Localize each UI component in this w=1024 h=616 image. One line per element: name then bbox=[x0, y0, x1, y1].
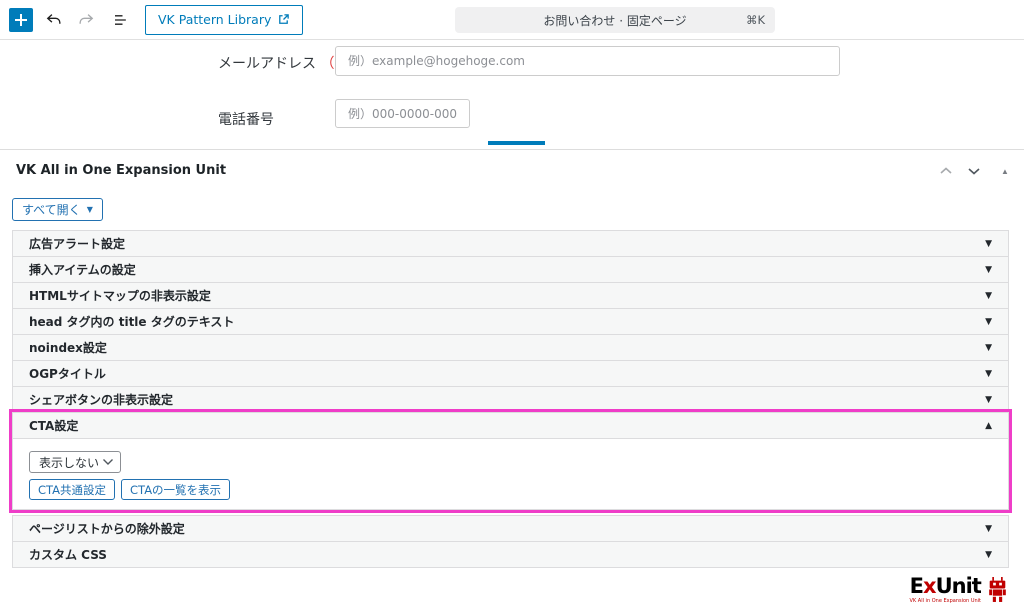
cta-display-select[interactable]: 表示しない bbox=[29, 451, 121, 473]
caret-down-icon: ▼ bbox=[985, 317, 992, 327]
section-label: head タグ内の title タグのテキスト bbox=[29, 313, 234, 330]
logo-tagline: VK All in One Expansion Unit bbox=[909, 598, 981, 604]
block-inserter-button[interactable] bbox=[9, 8, 33, 32]
plus-icon bbox=[14, 13, 28, 27]
section-insert-items[interactable]: 挿入アイテムの設定 ▼ bbox=[12, 256, 1009, 283]
section-html-sitemap[interactable]: HTMLサイトマップの非表示設定 ▼ bbox=[12, 282, 1009, 309]
section-ad-alert[interactable]: 広告アラート設定 ▼ bbox=[12, 230, 1009, 257]
redo-button[interactable] bbox=[71, 5, 101, 35]
document-title: お問い合わせ · 固定ページ bbox=[543, 12, 686, 29]
cta-common-settings-button[interactable]: CTA共通設定 bbox=[29, 479, 115, 500]
caret-down-icon: ▼ bbox=[985, 550, 992, 560]
phone-input[interactable] bbox=[335, 99, 470, 128]
block-insertion-indicator bbox=[488, 141, 545, 145]
move-up-button[interactable] bbox=[936, 162, 956, 180]
section-label: シェアボタンの非表示設定 bbox=[29, 391, 173, 408]
caret-down-icon: ▼ bbox=[985, 369, 992, 379]
section-custom-css[interactable]: カスタム CSS ▼ bbox=[12, 541, 1009, 568]
caret-down-icon: ▼ bbox=[985, 524, 992, 534]
section-page-list-exclude[interactable]: ページリストからの除外設定 ▼ bbox=[12, 515, 1009, 542]
external-link-icon bbox=[277, 13, 290, 26]
editor-canvas: メールアドレス （必須） 電話番号 bbox=[0, 40, 1024, 150]
section-label: CTA設定 bbox=[29, 417, 78, 434]
toggle-panel-button[interactable]: ▲ bbox=[992, 162, 1012, 180]
robot-icon bbox=[985, 577, 1010, 603]
section-cta-header[interactable]: CTA設定 ▲ bbox=[12, 412, 1009, 439]
caret-down-icon: ▼ bbox=[87, 205, 93, 214]
caret-down-icon: ▼ bbox=[985, 291, 992, 301]
chevron-down-icon bbox=[967, 166, 981, 176]
section-label: ページリストからの除外設定 bbox=[29, 520, 185, 537]
chevron-down-icon bbox=[102, 458, 114, 466]
list-view-icon bbox=[110, 10, 130, 30]
move-down-button[interactable] bbox=[964, 162, 984, 180]
section-label: 広告アラート設定 bbox=[29, 235, 125, 252]
cta-content: 表示しない CTA共通設定 CTAの一覧を表示 bbox=[12, 439, 1009, 510]
cta-buttons-row: CTA共通設定 CTAの一覧を表示 bbox=[29, 479, 992, 500]
caret-down-icon: ▼ bbox=[985, 343, 992, 353]
section-title-tag[interactable]: head タグ内の title タグのテキスト ▼ bbox=[12, 308, 1009, 335]
cta-show-list-button[interactable]: CTAの一覧を表示 bbox=[121, 479, 230, 500]
logo-part-x: x bbox=[923, 574, 936, 598]
metabox-title: VK All in One Expansion Unit bbox=[16, 163, 226, 178]
wordpress-editor-screen: VK Pattern Library お問い合わせ · 固定ページ ⌘K メール… bbox=[0, 0, 1024, 616]
undo-button[interactable] bbox=[39, 5, 69, 35]
section-ogp-title[interactable]: OGPタイトル ▼ bbox=[12, 360, 1009, 387]
caret-up-icon: ▲ bbox=[1001, 167, 1009, 176]
phone-field-label: 電話番号 bbox=[218, 109, 274, 129]
accordion-list: 広告アラート設定 ▼ 挿入アイテムの設定 ▼ HTMLサイトマップの非表示設定 … bbox=[12, 230, 1009, 568]
cta-select-value: 表示しない bbox=[39, 454, 99, 471]
editor-toolbar: VK Pattern Library お問い合わせ · 固定ページ ⌘K bbox=[0, 0, 1024, 40]
exunit-logo-text: ExUnit VK All in One Expansion Unit bbox=[909, 576, 981, 604]
cta-section-highlighted: CTA設定 ▲ 表示しない CTA共通設定 CTAの一覧を表示 bbox=[12, 412, 1009, 510]
vk-pattern-library-button[interactable]: VK Pattern Library bbox=[145, 5, 303, 35]
exunit-logo: ExUnit VK All in One Expansion Unit bbox=[909, 576, 1010, 604]
caret-down-icon: ▼ bbox=[985, 265, 992, 275]
section-label: カスタム CSS bbox=[29, 546, 107, 563]
vk-pattern-library-label: VK Pattern Library bbox=[158, 12, 271, 27]
email-input[interactable] bbox=[335, 46, 840, 76]
phone-label-text: 電話番号 bbox=[218, 112, 274, 128]
document-bar[interactable]: お問い合わせ · 固定ページ ⌘K bbox=[455, 7, 775, 33]
section-label: HTMLサイトマップの非表示設定 bbox=[29, 287, 211, 304]
caret-down-icon: ▼ bbox=[985, 395, 992, 405]
command-palette-shortcut: ⌘K bbox=[746, 13, 765, 27]
section-noindex[interactable]: noindex設定 ▼ bbox=[12, 334, 1009, 361]
caret-down-icon: ▼ bbox=[985, 239, 992, 249]
logo-part-e: E bbox=[910, 574, 923, 598]
list-view-button[interactable] bbox=[105, 5, 135, 35]
chevron-up-icon bbox=[939, 166, 953, 176]
caret-up-icon: ▲ bbox=[985, 421, 992, 431]
email-label-text: メールアドレス bbox=[218, 56, 316, 72]
section-label: noindex設定 bbox=[29, 339, 107, 356]
open-all-button[interactable]: すべて開く ▼ bbox=[12, 198, 103, 221]
exunit-metabox: VK All in One Expansion Unit ▲ すべて開く ▼ 広… bbox=[0, 150, 1024, 616]
redo-icon bbox=[76, 10, 96, 30]
metabox-controls: ▲ bbox=[936, 162, 1012, 180]
section-label: OGPタイトル bbox=[29, 365, 106, 382]
section-share-buttons[interactable]: シェアボタンの非表示設定 ▼ bbox=[12, 386, 1009, 413]
open-all-label: すべて開く bbox=[22, 201, 81, 218]
undo-icon bbox=[44, 10, 64, 30]
logo-part-unit: Unit bbox=[936, 574, 981, 598]
section-label: 挿入アイテムの設定 bbox=[29, 261, 136, 278]
